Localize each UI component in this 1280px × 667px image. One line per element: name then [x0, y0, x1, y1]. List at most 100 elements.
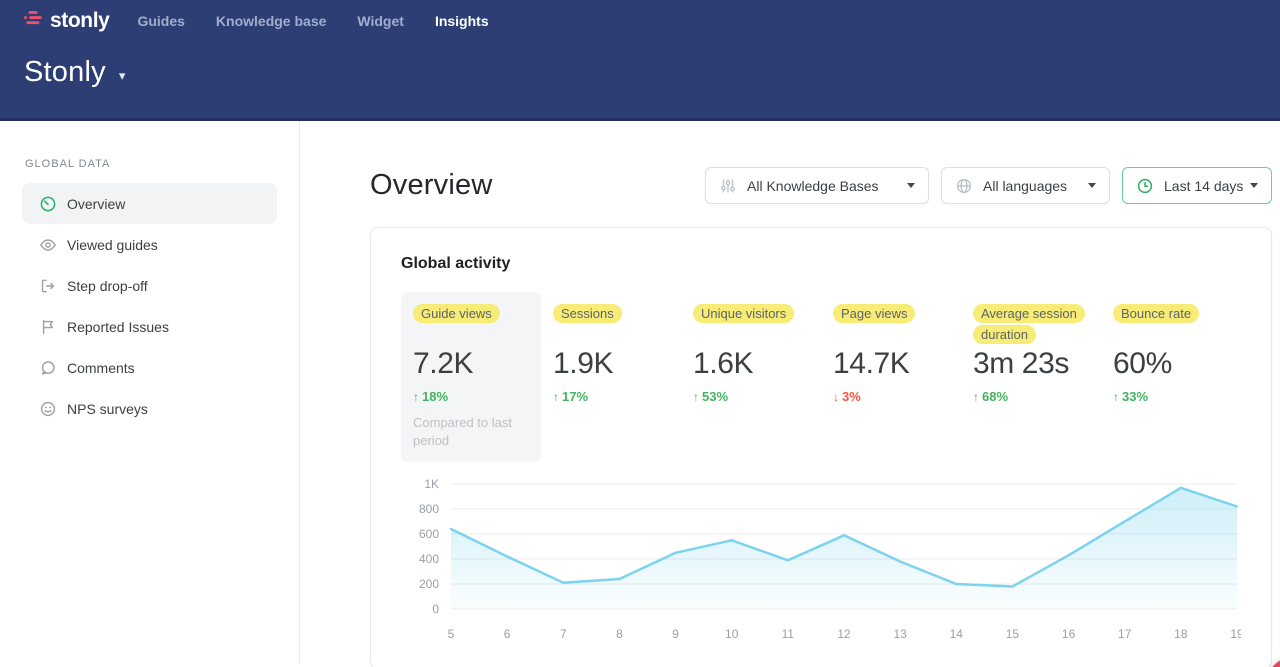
globe-icon — [955, 177, 973, 195]
top-navigation-bar: stonly Guides Knowledge base Widget Insight… — [24, 0, 1256, 32]
filter-dropdown-last-14-days[interactable]: Last 14 days — [1122, 167, 1272, 204]
global-activity-chart: 02004006008001K5678910111213141516171819 — [401, 470, 1241, 648]
svg-text:5: 5 — [448, 627, 455, 641]
svg-text:16: 16 — [1062, 627, 1076, 641]
nav-item-knowledge-base[interactable]: Knowledge base — [216, 13, 326, 29]
metric-label: Bounce rate — [1113, 304, 1199, 323]
metric-delta: ↑18% — [413, 389, 529, 404]
comment-icon — [39, 359, 57, 377]
logo-wordmark: stonly — [50, 9, 109, 33]
sidebar-item-label: Overview — [67, 196, 125, 212]
nav-item-widget[interactable]: Widget — [357, 13, 404, 29]
svg-text:9: 9 — [672, 627, 679, 641]
filters-bar: All Knowledge Bases All languages Last 14 … — [705, 167, 1272, 204]
filter-selected-value: All languages — [983, 178, 1067, 194]
sidebar-item-viewed-guides[interactable]: Viewed guides — [22, 224, 277, 265]
card-title: Global activity — [401, 255, 1241, 273]
gauge-icon — [39, 195, 57, 213]
metric-value: 60% — [1113, 348, 1229, 380]
filter-selected-value: All Knowledge Bases — [747, 178, 879, 194]
chevron-down-icon — [907, 183, 915, 188]
clock-icon — [1136, 177, 1154, 195]
metric-value: 1.6K — [693, 348, 809, 380]
flag-icon — [39, 318, 57, 336]
svg-text:13: 13 — [893, 627, 907, 641]
metric-guide-views[interactable]: Guide views7.2K↑18%Compared to last peri… — [401, 292, 541, 462]
metric-delta: ↑33% — [1113, 389, 1229, 404]
chevron-down-icon — [1088, 183, 1096, 188]
step-dropoff-icon — [39, 277, 57, 295]
smiley-icon — [39, 400, 57, 418]
sidebar-item-nps-surveys[interactable]: NPS surveys — [22, 388, 277, 429]
metric-delta: ↓3% — [833, 389, 949, 404]
metric-label: Unique visitors — [693, 304, 794, 323]
metric-label: Average session duration — [973, 304, 1085, 344]
metric-delta: ↑68% — [973, 389, 1089, 404]
svg-text:15: 15 — [1006, 627, 1020, 641]
filter-dropdown-all-languages[interactable]: All languages — [941, 167, 1110, 204]
main-content: Overview All Knowledge Bases All language… — [300, 121, 1280, 664]
workspace-switcher[interactable]: Stonly ▾ — [24, 56, 125, 89]
stonly-logo[interactable]: stonly — [24, 9, 109, 33]
trend-up-icon: ↑ — [1113, 390, 1119, 404]
sidebar-item-reported-issues[interactable]: Reported Issues — [22, 306, 277, 347]
svg-text:6: 6 — [504, 627, 511, 641]
primary-nav: Guides Knowledge base Widget Insights — [137, 13, 488, 29]
svg-text:11: 11 — [782, 627, 795, 641]
svg-text:18: 18 — [1174, 627, 1188, 641]
svg-text:800: 800 — [419, 502, 439, 516]
chevron-down-icon: ▾ — [119, 62, 126, 84]
chart-container: 02004006008001K5678910111213141516171819 — [401, 470, 1241, 648]
stonly-logo-icon — [24, 11, 43, 30]
sidebar-item-label: Reported Issues — [67, 319, 169, 335]
trend-up-icon: ↑ — [413, 390, 419, 404]
sidebar-item-label: NPS surveys — [67, 401, 148, 417]
metric-note: Compared to last period — [413, 414, 525, 450]
svg-text:12: 12 — [837, 627, 851, 641]
app-header: stonly Guides Knowledge base Widget Insight… — [0, 0, 1280, 121]
sidebar-item-step-drop-off[interactable]: Step drop-off — [22, 265, 277, 306]
svg-text:7: 7 — [560, 627, 567, 641]
sidebar-item-comments[interactable]: Comments — [22, 347, 277, 388]
svg-text:10: 10 — [725, 627, 739, 641]
metric-label: Guide views — [413, 304, 500, 323]
filter-dropdown-all-knowledge-bases[interactable]: All Knowledge Bases — [705, 167, 929, 204]
svg-text:14: 14 — [950, 627, 964, 641]
metric-label: Page views — [833, 304, 915, 323]
metric-value: 1.9K — [553, 348, 669, 380]
sidebar-item-label: Viewed guides — [67, 237, 158, 253]
metric-sessions[interactable]: Sessions 1.9K ↑17% — [541, 292, 681, 462]
svg-text:1K: 1K — [424, 477, 439, 491]
page-title: Overview — [370, 169, 492, 202]
sidebar: GLOBAL DATA OverviewViewed guidesStep dr… — [0, 121, 300, 664]
trend-up-icon: ↑ — [973, 390, 979, 404]
svg-text:0: 0 — [432, 602, 439, 616]
trend-up-icon: ↑ — [693, 390, 699, 404]
nav-item-insights[interactable]: Insights — [435, 13, 489, 29]
metric-value: 14.7K — [833, 348, 949, 380]
trend-up-icon: ↑ — [553, 390, 559, 404]
metric-delta: ↑17% — [553, 389, 669, 404]
workspace-title: Stonly — [24, 56, 106, 89]
metric-value: 3m 23s — [973, 348, 1089, 380]
trend-down-icon: ↓ — [833, 390, 839, 404]
metric-page-views[interactable]: Page views 14.7K ↓3% — [821, 292, 961, 462]
svg-text:400: 400 — [419, 552, 439, 566]
sidebar-item-overview[interactable]: Overview — [22, 183, 277, 224]
nav-item-guides[interactable]: Guides — [137, 13, 184, 29]
metric-bounce-rate[interactable]: Bounce rate 60% ↑33% — [1101, 292, 1241, 462]
sidebar-item-label: Step drop-off — [67, 278, 148, 294]
svg-text:8: 8 — [616, 627, 623, 641]
metric-delta: ↑53% — [693, 389, 809, 404]
metric-unique-visitors[interactable]: Unique visitors 1.6K ↑53% — [681, 292, 821, 462]
chevron-down-icon — [1250, 183, 1258, 188]
svg-text:17: 17 — [1118, 627, 1132, 641]
svg-text:600: 600 — [419, 527, 439, 541]
metrics-row: Guide views7.2K↑18%Compared to last peri… — [401, 292, 1241, 462]
sidebar-item-label: Comments — [67, 360, 135, 376]
eye-icon — [39, 236, 57, 254]
metric-average-session-duration[interactable]: Average session duration 3m 23s ↑68% — [961, 292, 1101, 462]
metric-label: Sessions — [553, 304, 622, 323]
svg-text:19: 19 — [1230, 627, 1241, 641]
global-activity-card: Global activity Guide views7.2K↑18%Compa… — [370, 227, 1272, 667]
